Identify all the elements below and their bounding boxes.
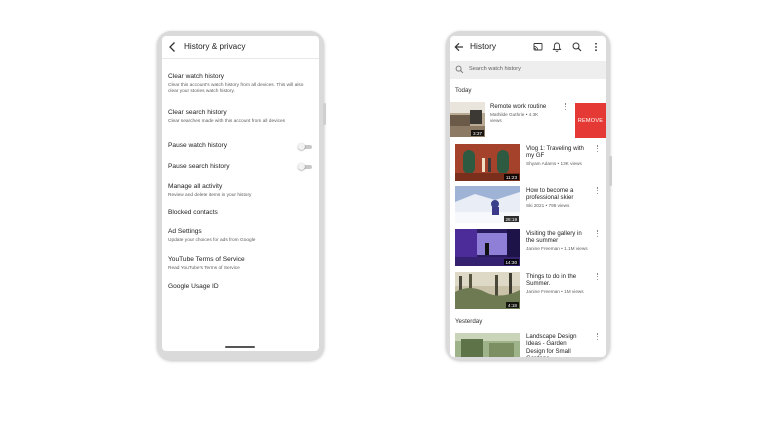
pause-search-history: Pause search history <box>168 163 230 170</box>
clear-watch-history[interactable]: Clear watch history <box>168 73 224 80</box>
phone-left: History & privacy Clear watch history Cl… <box>157 31 326 360</box>
page-title: History & privacy <box>184 42 246 51</box>
search-icon[interactable] <box>572 42 582 52</box>
app-bar: History <box>450 36 606 58</box>
manage-all-activity[interactable]: Manage all activity <box>168 183 222 190</box>
more-vert-icon[interactable] <box>596 230 599 239</box>
side-button <box>323 103 326 125</box>
cast-icon[interactable] <box>533 42 543 52</box>
more-vert-icon[interactable] <box>596 187 599 196</box>
search-icon <box>455 65 464 74</box>
pause-search-history-toggle[interactable] <box>298 163 313 170</box>
pause-watch-history: Pause watch history <box>168 142 228 149</box>
video-duration: 11:23 <box>503 174 519 180</box>
video-title[interactable]: Vlog 1: Traveling with my GF <box>526 145 586 160</box>
back-arrow-icon[interactable] <box>168 41 178 53</box>
video-title[interactable]: How to become a professional skier <box>526 187 586 202</box>
video-duration: 4:18 <box>506 302 519 308</box>
bell-icon[interactable] <box>552 42 562 52</box>
video-duration: 14:30 <box>503 259 519 265</box>
remove-button[interactable]: REMOVE <box>575 103 606 138</box>
video-thumbnail[interactable]: 3:37 <box>450 102 485 137</box>
video-duration: 28:19 <box>503 216 519 222</box>
blocked-contacts[interactable]: Blocked contacts <box>168 209 218 216</box>
more-vert-icon[interactable] <box>591 42 601 52</box>
more-vert-icon[interactable] <box>564 103 567 112</box>
more-vert-icon[interactable] <box>596 333 599 342</box>
video-title[interactable]: Visiting the gallery in the summer <box>526 230 586 245</box>
clear-search-history[interactable]: Clear search history <box>168 109 227 116</box>
video-thumbnail[interactable]: 28:19 <box>455 186 520 223</box>
video-meta: Janine Freeman • 1.1M views <box>526 246 588 251</box>
ad-settings-desc: Update your choices for ads from Google <box>168 238 256 243</box>
back-arrow-icon[interactable] <box>454 42 464 52</box>
youtube-terms[interactable]: YouTube Terms of Service <box>168 256 245 263</box>
clear-search-history-desc: Clear searches made with this account fr… <box>168 119 286 124</box>
youtube-terms-desc: Read YouTube's Terms of Service <box>168 266 240 271</box>
video-meta: Janine Freeman • 1M views <box>526 289 584 294</box>
video-meta: Ski 2021 • 798 views <box>526 203 570 208</box>
phone-right: History Search watch history Today 3:37 … <box>446 31 612 360</box>
video-title[interactable]: Things to do in the Summer. <box>526 273 586 288</box>
video-thumbnail[interactable]: 11:23 <box>455 144 520 181</box>
pause-watch-history-toggle[interactable] <box>298 143 313 150</box>
page-title: History <box>470 41 497 51</box>
video-thumbnail[interactable]: 4:18 <box>455 272 520 309</box>
search-placeholder: Search watch history <box>469 66 521 72</box>
section-yesterday: Yesterday <box>455 318 483 325</box>
ad-settings[interactable]: Ad Settings <box>168 228 202 235</box>
home-indicator <box>225 346 255 348</box>
side-button <box>609 156 612 186</box>
more-vert-icon[interactable] <box>596 145 599 154</box>
app-bar: History & privacy <box>162 36 319 59</box>
history-privacy-screen: History & privacy Clear watch history Cl… <box>162 36 319 351</box>
video-title[interactable]: Landscape Design Ideas - Garden Design f… <box>526 333 586 357</box>
search-watch-history-input[interactable]: Search watch history <box>450 61 606 79</box>
video-title[interactable]: Remote work routine <box>490 103 560 110</box>
video-thumbnail[interactable]: 14:30 <box>455 229 520 266</box>
google-usage-id[interactable]: Google Usage ID <box>168 283 219 290</box>
history-screen: History Search watch history Today 3:37 … <box>450 36 606 357</box>
clear-watch-history-desc: Clear this account's watch history from … <box>168 83 304 94</box>
video-thumbnail[interactable] <box>455 333 520 357</box>
video-duration: 3:37 <box>471 130 484 136</box>
section-today: Today <box>455 87 472 94</box>
manage-all-activity-desc: Review and delete items in your history <box>168 193 252 198</box>
more-vert-icon[interactable] <box>596 273 599 282</box>
video-meta: Mathilde Guthrie • 4.3K views <box>490 112 539 124</box>
video-meta: Shyam Adams • 13K views <box>526 161 582 166</box>
